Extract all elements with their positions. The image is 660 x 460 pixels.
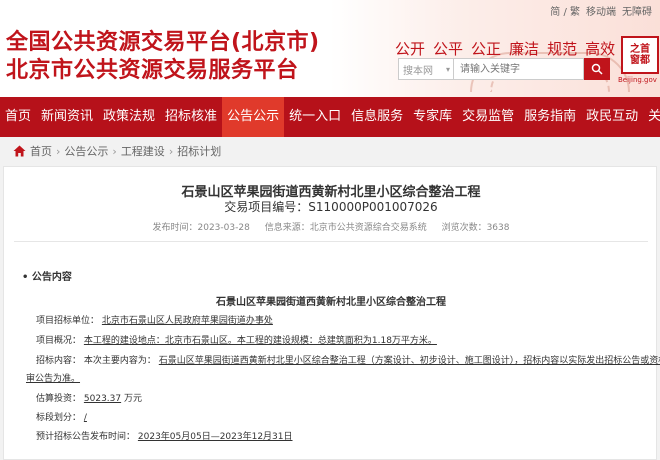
logo-text-1: 之首 xyxy=(630,44,650,55)
publish-date: 发布时间：2023-03-28 xyxy=(152,223,250,233)
core-values: 公开 公平 公正 廉洁 规范 高效 xyxy=(395,38,615,59)
nav-about[interactable]: 关于中 xyxy=(643,97,660,137)
investment-label: 估算投资： xyxy=(36,394,82,404)
value-item: 公开 xyxy=(395,40,426,58)
logo-caption: Beijing.gov xyxy=(618,76,657,84)
investment-row: 估算投资： 5023.37 万元 xyxy=(36,391,142,404)
lot-value: / xyxy=(83,413,87,423)
search-scope-select[interactable]: 搜本网 ▾ xyxy=(398,58,454,80)
chevron-down-icon: ▾ xyxy=(445,64,450,74)
site-header: 全国公共资源交易平台(北京市) 北京市公共资源交易服务平台 简 / 繁 移动端 … xyxy=(0,0,660,97)
article-panel: 石景山区苹果园街道西黄新村北里小区综合整治工程 交易项目编号：S110000P0… xyxy=(3,166,660,460)
nav-home[interactable]: 首页 xyxy=(0,97,36,137)
home-icon xyxy=(13,145,26,157)
nav-interaction[interactable]: 政民互动 xyxy=(581,97,643,137)
value-item: 高效 xyxy=(585,40,616,58)
nav-guide[interactable]: 服务指南 xyxy=(519,97,581,137)
content-value: 石景山区苹果园街道西黄新村北里小区综合整治工程（方案设计、初步设计、施工图设计）… xyxy=(158,356,660,366)
lang-switch-link[interactable]: 简 / 繁 xyxy=(550,3,580,18)
breadcrumb-home[interactable]: 首页 xyxy=(30,143,52,159)
accessibility-link[interactable]: 无障碍 xyxy=(622,3,652,18)
nav-unified-entry[interactable]: 统一入口 xyxy=(284,97,346,137)
logo-text-2: 窗都 xyxy=(630,55,650,66)
value-item: 规范 xyxy=(547,40,578,58)
search-scope-value: 搜本网 xyxy=(403,65,433,77)
tenderer-row: 项目招标单位： 北京市石景山区人民政府苹果园街道办事处 xyxy=(36,313,273,326)
value-item: 廉洁 xyxy=(509,40,540,58)
value-item: 公平 xyxy=(433,40,464,58)
search-input[interactable] xyxy=(454,58,584,80)
search-icon xyxy=(591,63,603,75)
overview-label: 项目概况： xyxy=(36,336,82,346)
overview-value: 本工程的建设地点：北京市石景山区。本工程的建设规模：总建筑面积为1.18万平方米… xyxy=(83,336,437,346)
content-row: 招标内容： 本次主要内容为： 石景山区苹果园街道西黄新村北里小区综合整治工程（方… xyxy=(36,353,660,366)
tenderer-value: 北京市石景山区人民政府苹果园街道办事处 xyxy=(101,316,273,326)
section-title: 石景山区苹果园街道西黄新村北里小区综合整治工程 xyxy=(216,297,446,308)
info-source: 信息来源：北京市公共资源综合交易系统 xyxy=(264,223,427,233)
breadcrumb: 首页 › 公告公示 › 工程建设 › 招标计划 xyxy=(0,137,660,165)
publish-time-value: 2023年05月05日—2023年12月31日 xyxy=(137,432,293,442)
nav-experts[interactable]: 专家库 xyxy=(408,97,457,137)
value-item: 公正 xyxy=(471,40,502,58)
content-label: 招标内容： xyxy=(36,356,82,366)
mobile-link[interactable]: 移动端 xyxy=(586,3,616,18)
search-button[interactable] xyxy=(584,58,610,80)
nav-policy[interactable]: 政策法规 xyxy=(98,97,160,137)
top-links: 简 / 繁 移动端 无障碍 xyxy=(550,3,652,18)
publish-time-row: 预计招标公告发布时间： 2023年05月05日—2023年12月31日 xyxy=(36,429,293,442)
breadcrumb-separator: › xyxy=(112,144,117,158)
site-title-line2[interactable]: 北京市公共资源交易服务平台 xyxy=(6,52,299,84)
lot-label: 标段划分： xyxy=(36,413,82,423)
nav-approval[interactable]: 招标核准 xyxy=(160,97,222,137)
article-meta: 发布时间：2023-03-28 信息来源：北京市公共资源综合交易系统 浏览次数：… xyxy=(4,220,658,233)
breadcrumb-engineering[interactable]: 工程建设 xyxy=(121,143,165,159)
content-prefix: 本次主要内容为： xyxy=(83,356,156,366)
capital-window-logo[interactable]: 之首 窗都 xyxy=(621,36,659,74)
main-nav: 首页 新闻资讯 政策法规 招标核准 公告公示 统一入口 信息服务 专家库 交易监… xyxy=(0,97,660,137)
breadcrumb-separator: › xyxy=(56,144,61,158)
breadcrumb-announcements[interactable]: 公告公示 xyxy=(64,143,108,159)
search-bar: 搜本网 ▾ xyxy=(398,58,610,80)
view-count: 浏览次数：3638 xyxy=(441,223,510,233)
tenderer-label: 项目招标单位： xyxy=(36,316,100,326)
project-number: 交易项目编号：S110000P001007026 xyxy=(224,200,438,214)
investment-unit: 万元 xyxy=(123,394,142,404)
nav-info-service[interactable]: 信息服务 xyxy=(346,97,408,137)
content-cont: 审公告为准。 xyxy=(26,374,81,384)
breadcrumb-separator: › xyxy=(168,144,174,158)
breadcrumb-tender-plan[interactable]: 招标计划 xyxy=(177,143,221,159)
publish-time-label: 预计招标公告发布时间： xyxy=(36,432,136,442)
lot-row: 标段划分： / xyxy=(36,410,87,423)
nav-news[interactable]: 新闻资讯 xyxy=(36,97,98,137)
investment-value: 5023.37 xyxy=(83,394,122,404)
nav-supervision[interactable]: 交易监管 xyxy=(457,97,519,137)
overview-row: 项目概况： 本工程的建设地点：北京市石景山区。本工程的建设规模：总建筑面积为1.… xyxy=(36,333,437,346)
nav-announcements[interactable]: 公告公示 xyxy=(222,97,285,137)
divider xyxy=(14,241,648,242)
content-row-cont: 审公告为准。 xyxy=(26,371,80,384)
section-heading: • 公告内容 xyxy=(22,272,72,283)
